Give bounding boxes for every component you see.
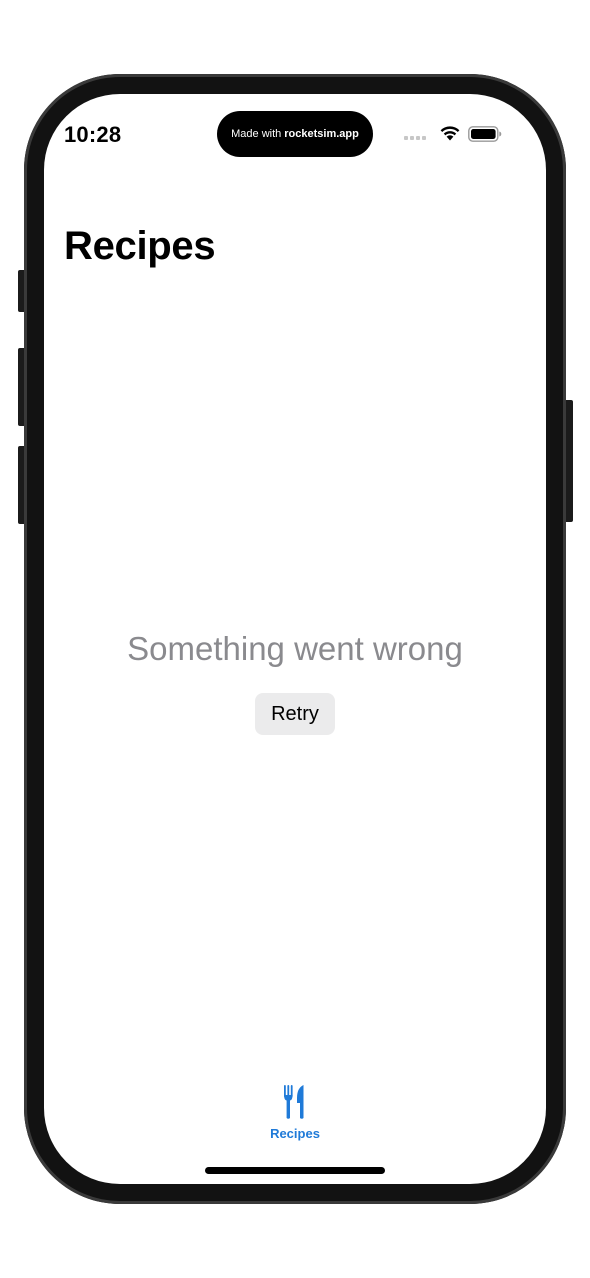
- page-title: Recipes: [64, 224, 216, 268]
- fork-knife-icon: [284, 1085, 304, 1119]
- island-brand: rocketsim.app: [284, 128, 359, 140]
- tab-recipes[interactable]: Recipes: [255, 1084, 335, 1144]
- tab-label: Recipes: [270, 1126, 320, 1141]
- cellular-signal-icon: [404, 136, 426, 140]
- battery-icon: [468, 126, 502, 142]
- status-time: 10:28: [64, 122, 122, 147]
- device-stage: 10:28 Made with rocketsim.app Recipes So…: [0, 0, 590, 1278]
- status-icons: [402, 124, 506, 144]
- dynamic-island: Made with rocketsim.app: [217, 111, 373, 157]
- home-indicator[interactable]: [205, 1167, 385, 1174]
- error-message: Something went wrong: [127, 630, 463, 667]
- retry-button[interactable]: Retry: [255, 693, 335, 735]
- island-prefix: Made with: [231, 128, 282, 140]
- wifi-icon: [440, 126, 460, 141]
